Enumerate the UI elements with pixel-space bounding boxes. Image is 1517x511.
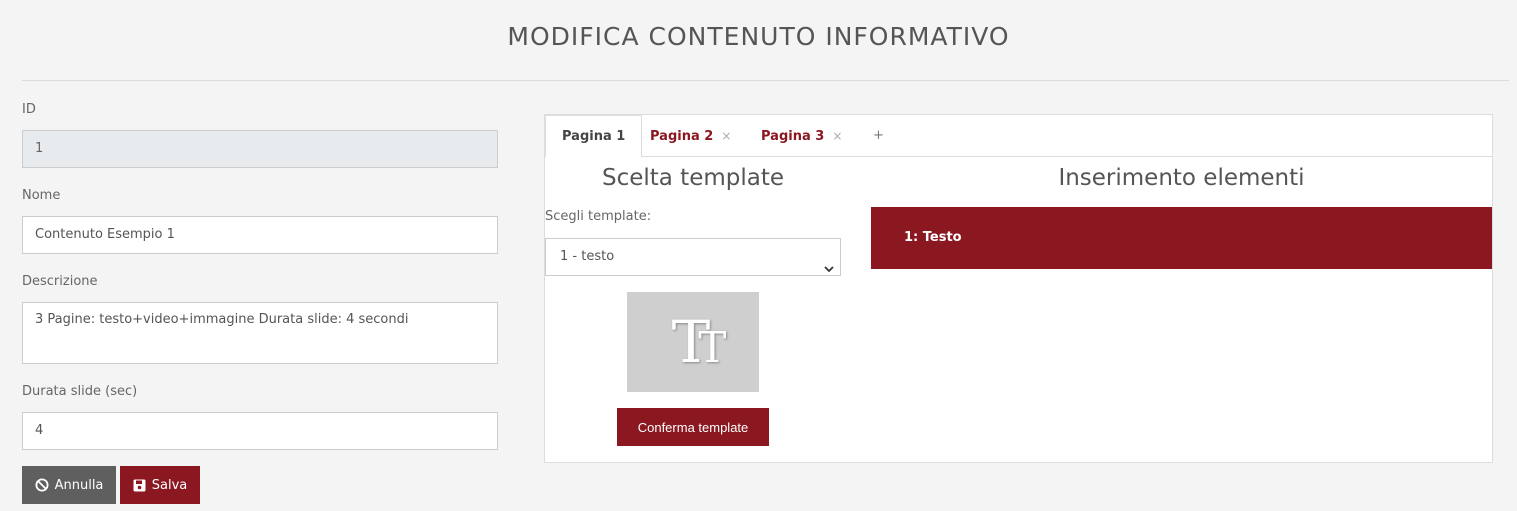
tab-pagina-1[interactable]: Pagina 1 bbox=[545, 115, 643, 158]
salva-label: Salva bbox=[151, 477, 188, 493]
content-form: ID 1 Nome Contenuto Esempio 1 Descrizion… bbox=[22, 100, 498, 450]
template-preview-image: TT bbox=[627, 292, 759, 392]
template-select-label: Scegli template: bbox=[545, 209, 652, 224]
durata-label: Durata slide (sec) bbox=[22, 384, 138, 399]
tab-pagina-2[interactable]: Pagina 2 × bbox=[634, 115, 747, 157]
plus-icon: + bbox=[873, 128, 884, 143]
ban-icon bbox=[35, 478, 49, 492]
tab-pagina-3[interactable]: Pagina 3 × bbox=[745, 115, 858, 157]
chevron-down-icon bbox=[824, 252, 834, 288]
durata-field[interactable]: 4 bbox=[22, 412, 498, 450]
pages-panel: Pagina 1 Pagina 2 × Pagina 3 × + Scelta te… bbox=[544, 114, 1493, 463]
close-icon[interactable]: × bbox=[832, 129, 842, 143]
element-item-testo[interactable]: 1: Testo bbox=[871, 207, 1492, 269]
text-template-icon: TT bbox=[671, 308, 727, 376]
nome-label: Nome bbox=[22, 188, 61, 203]
floppy-disk-icon bbox=[133, 479, 146, 492]
elements-section-title: Inserimento elementi bbox=[1058, 165, 1305, 191]
descrizione-label: Descrizione bbox=[22, 274, 98, 289]
annulla-label: Annulla bbox=[54, 477, 104, 493]
page-title: MODIFICA CONTENUTO INFORMATIVO bbox=[507, 22, 1010, 51]
add-page-tab[interactable]: + bbox=[857, 115, 900, 157]
template-section-title: Scelta template bbox=[601, 165, 785, 191]
nome-field[interactable]: Contenuto Esempio 1 bbox=[22, 216, 498, 254]
tab-label: Pagina 1 bbox=[562, 129, 626, 144]
descrizione-field[interactable]: 3 Pagine: testo+video+immagine Durata sl… bbox=[22, 302, 498, 364]
annulla-button[interactable]: Annulla bbox=[22, 466, 116, 504]
page-tabs: Pagina 1 Pagina 2 × Pagina 3 × + bbox=[545, 115, 1492, 158]
id-label: ID bbox=[22, 102, 36, 117]
tab-label: Pagina 3 bbox=[761, 129, 825, 144]
close-icon[interactable]: × bbox=[721, 129, 731, 143]
template-select-value: 1 - testo bbox=[560, 249, 615, 264]
conferma-template-button[interactable]: Conferma template bbox=[617, 408, 769, 446]
tab-label: Pagina 2 bbox=[650, 129, 714, 144]
id-field: 1 bbox=[22, 130, 498, 168]
template-select[interactable]: 1 - testo bbox=[545, 238, 841, 276]
title-divider bbox=[22, 80, 1509, 81]
salva-button[interactable]: Salva bbox=[120, 466, 200, 504]
